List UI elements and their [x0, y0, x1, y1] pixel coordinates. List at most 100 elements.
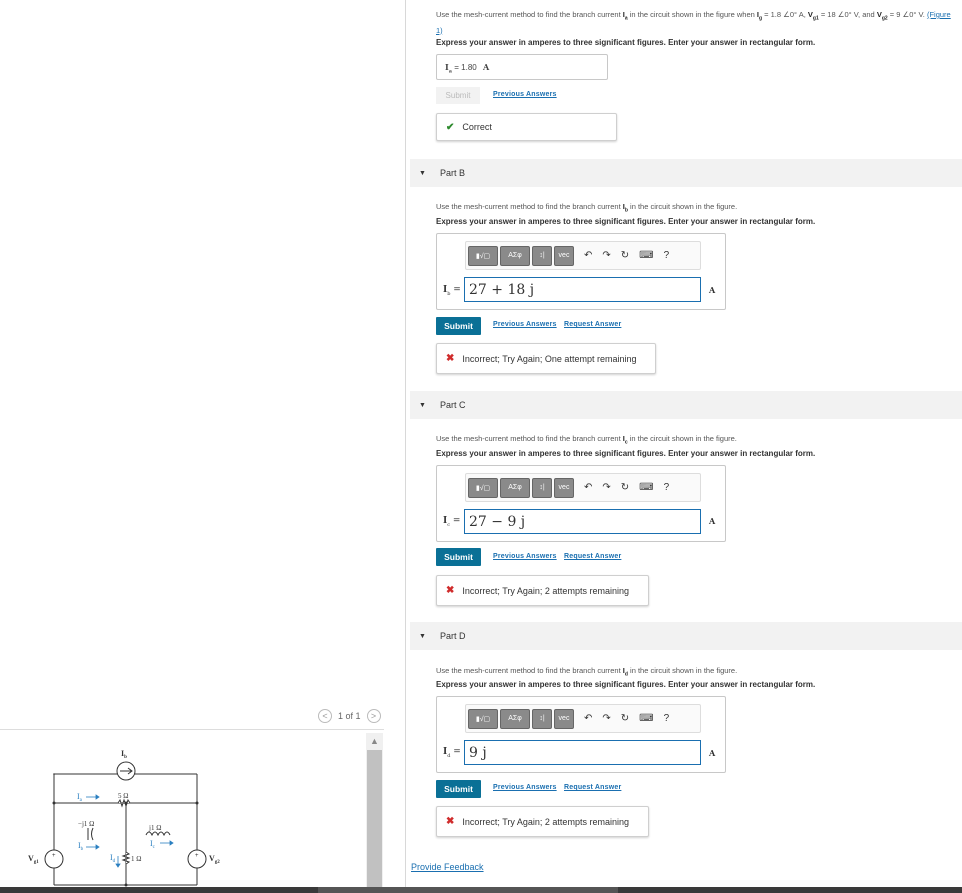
- part-d-answer-input[interactable]: 9 j: [464, 740, 701, 765]
- part-d-toolbar: ▮√▢ ΑΣφ ↕| vec ↶ ↷ ↻ ⌨ ?: [465, 704, 701, 733]
- keyboard-icon[interactable]: ⌨: [639, 713, 653, 724]
- part-d-question: Use the mesh-current method to find the …: [436, 666, 738, 678]
- part-c-submit-button[interactable]: Submit: [436, 548, 481, 566]
- label-ib-top: Ib: [121, 749, 127, 760]
- keyboard-icon[interactable]: ⌨: [639, 250, 653, 261]
- help-icon[interactable]: ?: [664, 250, 670, 261]
- undo-icon[interactable]: ↶: [584, 482, 592, 493]
- vec-button[interactable]: vec: [554, 245, 574, 266]
- part-c-toolbar: ▮√▢ ΑΣφ ↕| vec ↶ ↷ ↻ ⌨ ?: [465, 473, 701, 502]
- part-a-answer-unit: A: [482, 62, 490, 72]
- keyboard-icon[interactable]: ⌨: [639, 482, 653, 493]
- part-a-submit-button[interactable]: Submit: [436, 87, 480, 104]
- undo-icon[interactable]: ↶: [584, 713, 592, 724]
- part-b-express: Express your answer in amperes to three …: [436, 217, 816, 226]
- part-c-previous-answers-link[interactable]: Previous Answers: [493, 553, 557, 560]
- circuit-diagram: + + Ib Ia 5 Ω −j1 Ω j1 Ω Ib Ic Id 1 Ω Vg…: [28, 749, 220, 887]
- undo-icon[interactable]: ↶: [584, 250, 592, 261]
- part-c-unit: A: [709, 516, 716, 526]
- check-icon: ✔: [446, 121, 455, 133]
- part-a-previous-answers-link[interactable]: Previous Answers: [493, 91, 557, 98]
- part-b-submit-button[interactable]: Submit: [436, 317, 481, 335]
- label-ib-mid: Ib: [78, 841, 84, 852]
- part-c-answer-input[interactable]: 27 − 9 j: [464, 509, 701, 534]
- part-b-previous-answers-link[interactable]: Previous Answers: [493, 321, 557, 328]
- label-id: Id: [110, 853, 116, 864]
- redo-icon[interactable]: ↷: [602, 482, 610, 493]
- pager-label: 1 of 1: [338, 711, 361, 721]
- label-1-ohm: 1 Ω: [131, 855, 141, 863]
- greek-button[interactable]: ΑΣφ: [500, 477, 530, 498]
- templates-button[interactable]: ▮√▢: [468, 245, 498, 266]
- part-d-submit-button[interactable]: Submit: [436, 780, 481, 798]
- redo-icon[interactable]: ↷: [602, 250, 610, 261]
- reset-icon[interactable]: ↻: [621, 250, 629, 261]
- label-ind: j1 Ω: [148, 824, 161, 832]
- figure-scroll-thumb[interactable]: [367, 750, 382, 887]
- label-ia: Ia: [77, 792, 83, 803]
- vector-button[interactable]: ↕|: [532, 245, 552, 266]
- part-c-express: Express your answer in amperes to three …: [436, 449, 816, 458]
- bottom-scroll-thumb[interactable]: [318, 887, 618, 893]
- vector-button[interactable]: ↕|: [532, 477, 552, 498]
- part-c-question: Use the mesh-current method to find the …: [436, 434, 737, 446]
- part-a-answer-label: Ia: [445, 62, 452, 75]
- part-b-unit: A: [709, 285, 716, 295]
- label-ic: Ic: [150, 839, 156, 850]
- reset-icon[interactable]: ↻: [621, 482, 629, 493]
- part-c-request-answer-link[interactable]: Request Answer: [564, 553, 621, 560]
- scroll-up-icon[interactable]: ▲: [366, 733, 383, 749]
- redo-icon[interactable]: ↷: [602, 713, 610, 724]
- chevron-down-icon: ▼: [419, 401, 426, 409]
- templates-button[interactable]: ▮√▢: [468, 708, 498, 729]
- x-icon: ✖: [446, 353, 455, 364]
- label-vg1: Vg1: [28, 854, 39, 865]
- label-5-ohm: 5 Ω: [118, 792, 128, 800]
- inductor-icon: [145, 831, 171, 837]
- provide-feedback-link[interactable]: Provide Feedback: [411, 862, 484, 872]
- reset-icon[interactable]: ↻: [621, 713, 629, 724]
- part-c-feedback: ✖ Incorrect; Try Again; 2 attempts remai…: [436, 575, 649, 606]
- chevron-down-icon: ▼: [419, 632, 426, 640]
- part-d-request-answer-link[interactable]: Request Answer: [564, 784, 621, 791]
- part-b-feedback: ✖ Incorrect; Try Again; One attempt rema…: [436, 343, 656, 374]
- part-b-answer-input[interactable]: 27 + 18 j: [464, 277, 701, 302]
- part-b-toolbar: ▮√▢ ΑΣφ ↕| vec ↶ ↷ ↻ ⌨ ?: [465, 241, 701, 270]
- greek-button[interactable]: ΑΣφ: [500, 708, 530, 729]
- greek-button[interactable]: ΑΣφ: [500, 245, 530, 266]
- part-c-header[interactable]: ▼ Part C: [410, 391, 962, 419]
- x-icon: ✖: [446, 816, 455, 827]
- part-d-express: Express your answer in amperes to three …: [436, 680, 816, 689]
- vec-button[interactable]: vec: [554, 477, 574, 498]
- part-d-previous-answers-link[interactable]: Previous Answers: [493, 784, 557, 791]
- help-icon[interactable]: ?: [664, 713, 670, 724]
- vec-button[interactable]: vec: [554, 708, 574, 729]
- chevron-down-icon: ▼: [419, 169, 426, 177]
- help-icon[interactable]: ?: [664, 482, 670, 493]
- part-a-express: Express your answer in amperes to three …: [436, 38, 816, 47]
- x-icon: ✖: [446, 585, 455, 596]
- part-d-feedback: ✖ Incorrect; Try Again; 2 attempts remai…: [436, 806, 649, 837]
- resistor-5-icon: [117, 798, 131, 808]
- label-vg2: Vg2: [209, 854, 220, 865]
- part-b-request-answer-link[interactable]: Request Answer: [564, 321, 621, 328]
- prev-figure-button[interactable]: <: [318, 709, 332, 723]
- part-b-header[interactable]: ▼ Part B: [410, 159, 962, 187]
- part-b-question: Use the mesh-current method to find the …: [436, 202, 738, 214]
- label-cap: −j1 Ω: [78, 820, 94, 828]
- figure-divider: [0, 729, 384, 730]
- svg-text:+: +: [195, 853, 199, 859]
- pane-divider[interactable]: [405, 0, 406, 887]
- svg-text:+: +: [52, 853, 56, 859]
- part-b-label: Ib =: [443, 285, 461, 297]
- templates-button[interactable]: ▮√▢: [468, 477, 498, 498]
- vector-button[interactable]: ↕|: [532, 708, 552, 729]
- part-a-answer-box: Ia = 1.80 A: [436, 54, 608, 80]
- part-a-question: Use the mesh-current method to find the …: [436, 10, 951, 35]
- next-figure-button[interactable]: >: [366, 709, 381, 723]
- part-d-unit: A: [709, 748, 716, 758]
- part-a-feedback: ✔ Correct: [436, 113, 617, 141]
- part-d-label: Id =: [443, 747, 461, 759]
- resistor-1-icon: [121, 851, 131, 865]
- part-d-header[interactable]: ▼ Part D: [410, 622, 962, 650]
